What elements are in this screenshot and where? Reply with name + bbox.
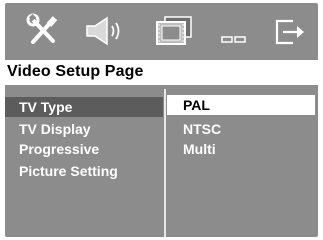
menu-item-picture-setting[interactable]: Picture Setting (5, 161, 163, 181)
setup-panel: Video Setup Page TV Type TV Display Prog… (5, 3, 318, 237)
option-list: PAL NTSC Multi (167, 89, 318, 237)
page-title: Video Setup Page (7, 63, 144, 80)
menu-item-progressive[interactable]: Progressive (5, 139, 163, 159)
menu-item-tv-display[interactable]: TV Display (5, 119, 163, 139)
option-ntsc[interactable]: NTSC (167, 119, 315, 139)
tools-icon[interactable] (25, 13, 61, 49)
menu-list: TV Type TV Display Progressive Picture S… (5, 89, 163, 237)
menu-item-tv-type[interactable]: TV Type (5, 97, 163, 117)
speaker-icon[interactable] (81, 13, 127, 49)
setup-toolbar (5, 3, 318, 59)
exit-icon[interactable] (273, 13, 307, 49)
dots-icon[interactable] (219, 13, 249, 49)
film-strip-icon[interactable] (151, 13, 197, 49)
osd-screen: Video Setup Page TV Type TV Display Prog… (0, 0, 323, 240)
column-divider (164, 89, 166, 237)
option-pal[interactable]: PAL (167, 95, 315, 115)
page-title-bar: Video Setup Page (5, 60, 318, 85)
setup-content: TV Type TV Display Progressive Picture S… (5, 89, 318, 237)
option-multi[interactable]: Multi (167, 139, 315, 159)
